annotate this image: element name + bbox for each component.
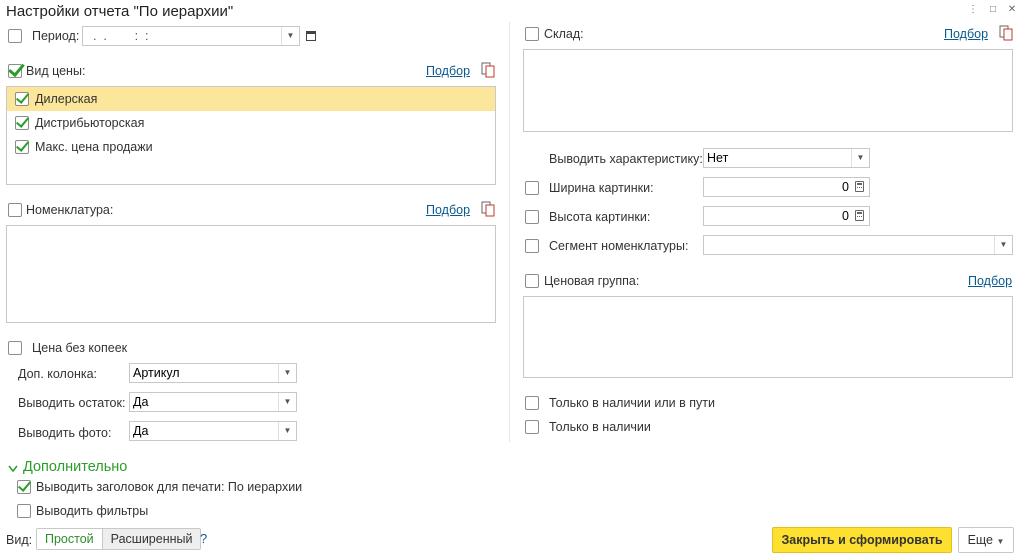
more-button-label: Еще (967, 533, 994, 547)
view-simple-option[interactable]: Простой (37, 529, 103, 549)
period-dropdown-icon[interactable]: ▼ (281, 27, 299, 45)
no-kopecks-label: Цена без копеек (32, 341, 128, 355)
warehouse-checkbox[interactable] (525, 27, 539, 41)
window-title: Настройки отчета "По иерархии" (6, 3, 234, 20)
maximize-icon[interactable]: □ (986, 3, 1000, 17)
show-photo-label: Выводить фото: (18, 426, 112, 440)
close-and-build-button[interactable]: Закрыть и сформировать (772, 527, 952, 553)
print-header-label: Выводить заголовок для печати: По иерарх… (36, 480, 303, 494)
price-type-checkbox[interactable] (8, 64, 22, 78)
list-item-checkbox[interactable] (15, 116, 29, 130)
extra-column-label: Доп. колонка: (18, 367, 98, 381)
help-button[interactable]: ? (200, 531, 207, 546)
image-height-checkbox[interactable] (525, 210, 539, 224)
show-photo-select[interactable]: Да ▼ (129, 421, 297, 441)
view-switch[interactable]: Простой Расширенный (36, 528, 202, 550)
additional-section-toggle[interactable]: Дополнительно (23, 459, 127, 475)
nomenclature-copy-icon[interactable] (481, 201, 495, 217)
nomenclature-list[interactable] (6, 225, 496, 323)
chevron-down-icon[interactable]: ▼ (278, 393, 296, 411)
in-stock-checkbox[interactable] (525, 420, 539, 434)
chevron-down-icon[interactable]: ▼ (994, 236, 1012, 254)
list-item-label: Дистрибьюторская (35, 116, 145, 130)
in-stock-or-transit-label: Только в наличии или в пути (549, 396, 715, 410)
show-filters-label: Выводить фильтры (36, 504, 149, 518)
list-item-checkbox[interactable] (15, 92, 29, 106)
list-item-label: Дилерская (35, 92, 98, 106)
show-stock-value: Да (133, 395, 149, 409)
calculator-icon (855, 210, 864, 221)
segment-select[interactable]: ▼ (703, 235, 1013, 255)
chevron-down-icon[interactable]: ▼ (278, 364, 296, 382)
no-kopecks-checkbox[interactable] (8, 341, 22, 355)
close-icon[interactable]: ✕ (1005, 3, 1019, 17)
extra-column-select[interactable]: Артикул ▼ (129, 363, 297, 383)
calendar-button[interactable] (302, 26, 320, 46)
period-input[interactable]: . . : : ▼ (82, 26, 300, 46)
extra-column-value: Артикул (133, 366, 180, 380)
list-item[interactable]: Макс. цена продажи (7, 135, 495, 159)
column-divider (509, 22, 510, 442)
segment-checkbox[interactable] (525, 239, 539, 253)
view-label: Вид: (6, 533, 33, 547)
chevron-down-icon[interactable]: ▼ (278, 422, 296, 440)
calculator-button[interactable] (851, 178, 869, 196)
price-group-label: Ценовая группа: (544, 274, 640, 288)
show-characteristic-value: Нет (707, 151, 729, 165)
list-item[interactable]: Дистрибьюторская (7, 111, 495, 135)
list-item-label: Макс. цена продажи (35, 140, 153, 154)
image-width-checkbox[interactable] (525, 181, 539, 195)
calculator-icon (855, 181, 864, 192)
show-characteristic-select[interactable]: Нет ▼ (703, 148, 870, 168)
warehouse-copy-icon[interactable] (999, 25, 1013, 41)
nomenclature-label: Номенклатура: (26, 203, 114, 217)
chevron-down-icon[interactable] (8, 462, 18, 473)
chevron-down-icon: ▼ (996, 537, 1005, 546)
price-group-pick-link[interactable]: Подбор (968, 274, 1012, 288)
price-group-list[interactable] (523, 296, 1013, 378)
show-characteristic-label: Выводить характеристику: (549, 152, 703, 166)
price-group-checkbox[interactable] (525, 274, 539, 288)
image-width-value: 0 (842, 180, 849, 194)
calendar-icon (306, 31, 316, 41)
price-type-pick-link[interactable]: Подбор (426, 64, 470, 78)
more-button[interactable]: Еще ▼ (958, 527, 1014, 553)
warehouse-pick-link[interactable]: Подбор (944, 27, 988, 41)
period-value: . . : : (86, 29, 149, 43)
segment-label: Сегмент номенклатуры: (549, 239, 689, 253)
in-stock-or-transit-checkbox[interactable] (525, 396, 539, 410)
show-stock-select[interactable]: Да ▼ (129, 392, 297, 412)
image-width-input[interactable]: 0 (703, 177, 870, 197)
in-stock-label: Только в наличии (549, 420, 651, 434)
price-type-list[interactable]: Дилерская Дистрибьюторская Макс. цена пр… (6, 86, 496, 185)
chevron-down-icon[interactable]: ▼ (851, 149, 869, 167)
price-type-copy-icon[interactable] (481, 62, 495, 78)
list-item[interactable]: Дилерская (7, 87, 495, 111)
warehouse-list[interactable] (523, 49, 1013, 132)
image-height-input[interactable]: 0 (703, 206, 870, 226)
image-height-value: 0 (842, 209, 849, 223)
show-filters-checkbox[interactable] (17, 504, 31, 518)
show-photo-value: Да (133, 424, 149, 438)
calculator-button[interactable] (851, 207, 869, 225)
more-options-icon[interactable]: ⋮ (966, 3, 980, 17)
warehouse-label: Склад: (544, 27, 584, 41)
nomenclature-checkbox[interactable] (8, 203, 22, 217)
view-extended-option[interactable]: Расширенный (102, 529, 201, 549)
show-stock-label: Выводить остаток: (18, 396, 126, 410)
nomenclature-pick-link[interactable]: Подбор (426, 203, 470, 217)
period-label: Период: (32, 29, 80, 43)
image-width-label: Ширина картинки: (549, 181, 654, 195)
print-header-checkbox[interactable] (17, 480, 31, 494)
price-type-label: Вид цены: (26, 64, 86, 78)
image-height-label: Высота картинки: (549, 210, 651, 224)
period-checkbox[interactable] (8, 29, 22, 43)
list-item-checkbox[interactable] (15, 140, 29, 154)
